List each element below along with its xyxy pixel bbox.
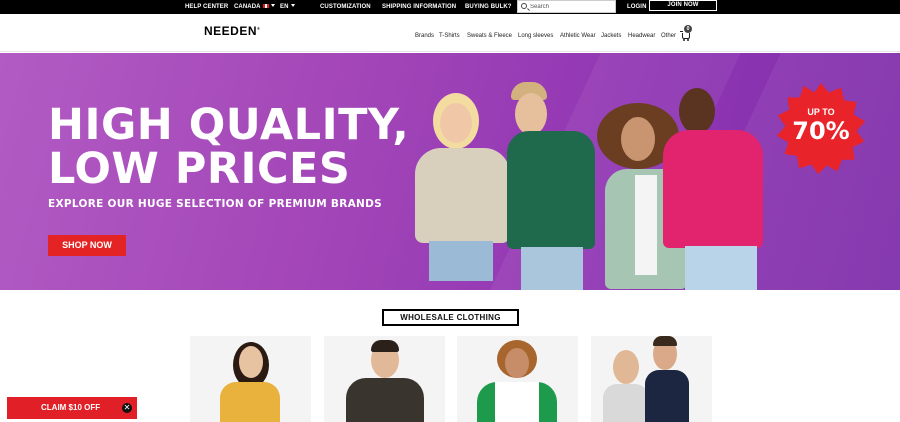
nav-item-athletic-wear[interactable]: Athletic Wear <box>560 33 596 39</box>
nav-item-brands[interactable]: Brands <box>415 33 434 39</box>
country-selector[interactable]: CANADA <box>234 0 275 14</box>
language-selector[interactable]: EN <box>280 0 295 14</box>
discount-badge: UP TO 70% <box>773 81 869 177</box>
chevron-down-icon <box>270 4 275 7</box>
product-card[interactable] <box>457 336 578 422</box>
nav-item-jackets[interactable]: Jackets <box>601 33 621 39</box>
site-logo[interactable]: NEEDEN® <box>204 24 260 38</box>
search-box[interactable] <box>517 0 616 13</box>
hero-subtitle: EXPLORE OUR HUGE SELECTION OF PREMIUM BR… <box>48 198 382 210</box>
close-icon[interactable]: ✕ <box>122 403 132 413</box>
search-icon[interactable] <box>521 3 527 9</box>
canada-flag-icon <box>262 4 269 8</box>
registered-mark: ® <box>257 26 261 31</box>
shipping-information-link[interactable]: SHIPPING INFORMATION <box>382 0 456 14</box>
product-card[interactable] <box>324 336 445 422</box>
country-label: CANADA <box>234 4 261 10</box>
customization-link[interactable]: CUSTOMIZATION <box>320 0 371 14</box>
main-navigation: NEEDEN® Brands T-Shirts Sweats & Fleece … <box>0 14 900 52</box>
hero-title-line-2: LOW PRICES <box>48 144 351 194</box>
hero-banner: HIGH QUALITY, LOW PRICES EXPLORE OUR HUG… <box>0 53 900 290</box>
hero-title-line-1: HIGH QUALITY, <box>48 100 410 150</box>
help-center-link[interactable]: HELP CENTER <box>185 0 228 14</box>
nav-item-t-shirts[interactable]: T-Shirts <box>439 33 460 39</box>
promo-percentage: 70% <box>792 117 850 145</box>
logo-text: NEEDEN <box>204 24 258 38</box>
shop-now-button[interactable]: SHOP NOW <box>48 235 126 256</box>
nav-item-long-sleeves[interactable]: Long sleeves <box>518 33 553 39</box>
product-card[interactable] <box>591 336 712 422</box>
promo-up-to: UP TO <box>807 107 835 117</box>
claim-label: CLAIM $10 OFF <box>41 403 101 412</box>
nav-item-headwear[interactable]: Headwear <box>628 33 655 39</box>
chevron-down-icon <box>290 4 295 7</box>
nav-item-sweats-fleece[interactable]: Sweats & Fleece <box>467 33 512 39</box>
search-input[interactable] <box>530 1 614 12</box>
cart-icon[interactable] <box>680 31 690 41</box>
section-title: WHOLESALE CLOTHING <box>382 309 519 326</box>
utility-bar: HELP CENTER CANADA EN CUSTOMIZATION SHIP… <box>0 0 900 14</box>
claim-discount-button[interactable]: CLAIM $10 OFF ✕ <box>7 397 137 419</box>
join-now-button[interactable]: JOIN NOW <box>649 0 717 11</box>
product-card[interactable] <box>190 336 311 422</box>
cart-count-badge: 0 <box>684 25 692 33</box>
buying-bulk-link[interactable]: BUYING BULK? <box>465 0 512 14</box>
login-link[interactable]: LOGIN <box>627 0 647 14</box>
nav-item-other[interactable]: Other <box>661 33 676 39</box>
language-label: EN <box>280 4 289 10</box>
